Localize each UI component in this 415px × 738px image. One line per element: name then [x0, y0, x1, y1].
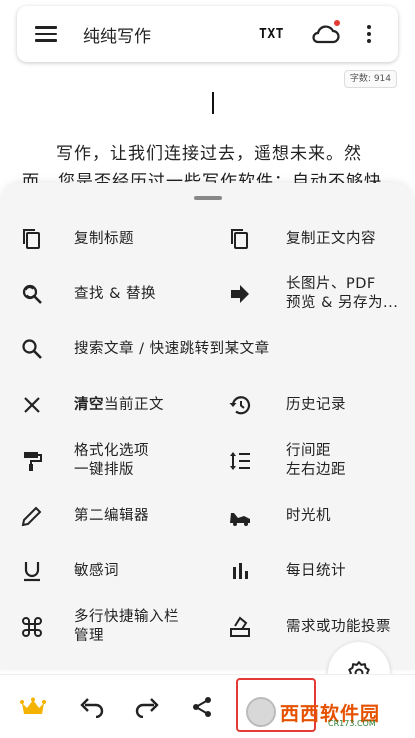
menu-item-find-replace[interactable]: 查找 & 替换	[20, 272, 156, 316]
menu-item-line-spacing[interactable]: 行间距 左右边距	[228, 439, 346, 483]
menu-item-copy-body[interactable]: 复制正文内容	[228, 217, 376, 261]
bar-chart-icon	[228, 559, 252, 583]
format-paint-icon	[20, 449, 44, 473]
undo-icon[interactable]	[79, 695, 105, 719]
menu-item-multiline-shortcuts[interactable]: 多行快捷输入栏 管理	[20, 605, 179, 649]
copy-icon	[228, 227, 252, 251]
menu-item-long-image-pdf[interactable]: 长图片、PDF 预览 & 另存为...	[228, 272, 398, 316]
command-icon	[20, 615, 44, 639]
menu-icon[interactable]	[35, 19, 65, 49]
redo-icon[interactable]	[134, 695, 160, 719]
menu-item-clear-body[interactable]: 清空当前正文	[20, 383, 164, 427]
notification-dot	[334, 20, 340, 26]
copy-icon	[20, 227, 44, 251]
bottom-sheet-menu: 复制标题 复制正文内容 查找 & 替换 长图片、PDF 预览 & 另存为... …	[0, 183, 415, 670]
menu-item-format-options[interactable]: 格式化选项 一键排版	[20, 439, 149, 483]
watermark-circle-icon	[246, 697, 276, 727]
menu-item-second-editor[interactable]: 第二编辑器	[20, 494, 149, 538]
history-icon	[228, 393, 252, 417]
underline-icon	[20, 559, 44, 583]
close-icon	[20, 393, 44, 417]
time-machine-icon	[228, 504, 252, 528]
find-replace-icon	[20, 282, 44, 306]
menu-item-daily-stats[interactable]: 每日统计	[228, 549, 346, 593]
share-icon[interactable]	[189, 695, 215, 719]
app-bar: 纯纯写作 TXT	[17, 6, 398, 62]
cloud-sync-icon[interactable]	[310, 20, 340, 47]
menu-item-history[interactable]: 历史记录	[228, 383, 346, 427]
menu-item-sensitive-words[interactable]: 敏感词	[20, 549, 119, 593]
word-count-badge: 字数: 914	[343, 70, 397, 88]
txt-export-button[interactable]: TXT	[259, 27, 284, 42]
menu-item-search-articles[interactable]: 搜索文章 / 快速跳转到某文章	[20, 327, 270, 371]
app-title: 纯纯写作	[83, 26, 151, 47]
text-cursor	[212, 92, 214, 114]
vote-icon	[228, 615, 252, 639]
pencil-icon	[20, 504, 44, 528]
arrow-right-icon	[228, 282, 252, 306]
search-icon	[20, 337, 44, 361]
menu-item-time-machine[interactable]: 时光机	[228, 494, 331, 538]
menu-item-copy-title[interactable]: 复制标题	[20, 217, 134, 261]
more-options-icon[interactable]	[362, 25, 376, 43]
crown-icon[interactable]	[20, 695, 46, 719]
watermark-logo: 西西软件园 CR173.COM	[246, 692, 396, 732]
drag-handle[interactable]	[194, 196, 222, 200]
editor-line-1: 写作，让我们连接过去，遥想未来。然	[56, 144, 362, 164]
line-spacing-icon	[228, 449, 252, 473]
